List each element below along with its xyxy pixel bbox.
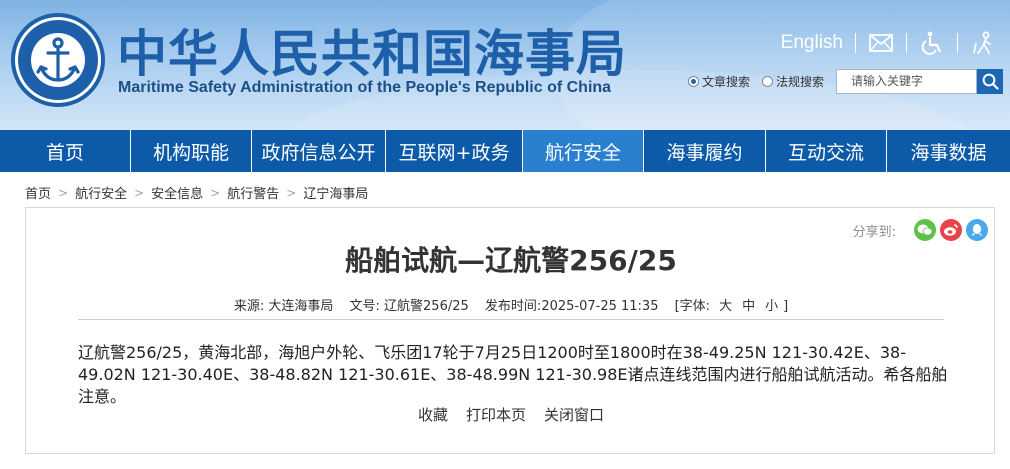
divider [906, 33, 907, 53]
accessibility-icon[interactable] [919, 30, 945, 56]
font-size-medium[interactable]: 中 [742, 299, 755, 314]
nav-item-data[interactable]: 海事数据 [887, 130, 1010, 172]
article-title: 船舶试航—辽航警256/25 [345, 244, 677, 277]
divider [957, 33, 958, 53]
nav-item-interaction[interactable]: 互动交流 [766, 130, 887, 172]
article-meta: 来源: 大连海事局 文号: 辽航警256/25 发布时间:2025-07-25 … [26, 295, 996, 314]
site-title-cn: 中华人民共和国海事局 [117, 25, 627, 83]
doc-number: 文号: 辽航警256/25 [350, 299, 469, 314]
elder-care-icon[interactable] [970, 30, 996, 56]
font-size-label: [字体: [674, 299, 711, 314]
chevron-right-icon: > [134, 185, 145, 200]
share-label: 分享到: [852, 224, 896, 240]
wechat-icon[interactable] [914, 219, 936, 241]
chevron-right-icon: > [286, 185, 297, 200]
meta-divider [78, 319, 944, 320]
source-value: 大连海事局 [268, 299, 334, 314]
radio-label: 文章搜索 [702, 75, 751, 89]
doc-number-value: 辽航警256/25 [384, 299, 469, 314]
search-button[interactable] [977, 69, 1004, 94]
publish-date-value: 2025-07-25 11:35 [541, 299, 659, 314]
doc-number-label: 文号: [349, 299, 380, 314]
font-size-small[interactable]: 小 [765, 299, 778, 314]
search-input[interactable]: 请输入关键字 [836, 69, 978, 94]
main-nav: 首页 机构职能 政府信息公开 互联网+政务 航行安全 海事履约 互动交流 海事数… [0, 130, 1010, 172]
publish-date-label: 发布时间: [484, 299, 542, 314]
nav-item-navigation-safety[interactable]: 航行安全 [523, 130, 644, 172]
nav-item-functions[interactable]: 机构职能 [131, 130, 252, 172]
breadcrumb-item[interactable]: 航行安全 [75, 183, 127, 202]
breadcrumb-item[interactable]: 航行警告 [227, 183, 279, 202]
article-body: 辽航警256/25，黄海北部，海旭户外轮、飞乐团17轮于7月25日1200时至1… [78, 343, 948, 406]
nav-item-gov-info[interactable]: 政府信息公开 [252, 130, 386, 172]
font-size-end: ] [783, 299, 789, 314]
breadcrumb-item[interactable]: 辽宁海事局 [303, 183, 368, 202]
chevron-right-icon: > [210, 185, 221, 200]
top-links: English [781, 30, 996, 56]
search-type-article[interactable]: 文章搜索 [688, 73, 750, 90]
article-actions: 收藏 打印本页 关闭窗口 [26, 404, 996, 425]
breadcrumb-item[interactable]: 首页 [25, 183, 51, 202]
share-bar: 分享到: [853, 219, 988, 241]
english-link[interactable]: English [781, 32, 843, 54]
site-title-en: Maritime Safety Administration of the Pe… [118, 79, 612, 96]
publish-date: 发布时间:2025-07-25 11:35 [485, 299, 659, 314]
search-icon [982, 73, 999, 90]
nav-item-internet-services[interactable]: 互联网+政务 [386, 130, 523, 172]
radio-unselected[interactable] [762, 76, 774, 87]
site-header: 中华人民共和国海事局 Maritime Safety Administratio… [0, 0, 1010, 130]
china-msa-logo-icon[interactable] [10, 12, 106, 108]
nav-item-conventions[interactable]: 海事履约 [644, 130, 766, 172]
breadcrumb: 首页 > 航行安全 > 安全信息 > 航行警告 > 辽宁海事局 [25, 183, 368, 203]
mail-icon[interactable] [868, 30, 894, 56]
divider [855, 33, 856, 53]
search-bar: 文章搜索 法规搜索 请输入关键字 [688, 69, 1004, 94]
breadcrumb-item[interactable]: 安全信息 [151, 183, 203, 202]
weibo-icon[interactable] [940, 219, 962, 241]
radio-label: 法规搜索 [776, 75, 825, 89]
nav-item-home[interactable]: 首页 [0, 130, 131, 172]
bookmark-button[interactable]: 收藏 [418, 404, 448, 425]
qq-icon[interactable] [966, 219, 988, 241]
font-size-controls: [字体: 大中小] [675, 299, 789, 314]
radio-selected[interactable] [688, 76, 699, 87]
article-panel: 分享到: 船舶试航—辽航警256/25 来源: 大连海事局 文号: 辽航警256… [25, 207, 995, 454]
source-label: 来源: [233, 299, 265, 314]
font-size-large[interactable]: 大 [719, 299, 732, 314]
search-type-regulation[interactable]: 法规搜索 [762, 73, 824, 90]
source: 来源: 大连海事局 [234, 299, 334, 314]
print-button[interactable]: 打印本页 [466, 404, 526, 425]
chevron-right-icon: > [58, 185, 69, 200]
close-window-button[interactable]: 关闭窗口 [544, 404, 604, 425]
